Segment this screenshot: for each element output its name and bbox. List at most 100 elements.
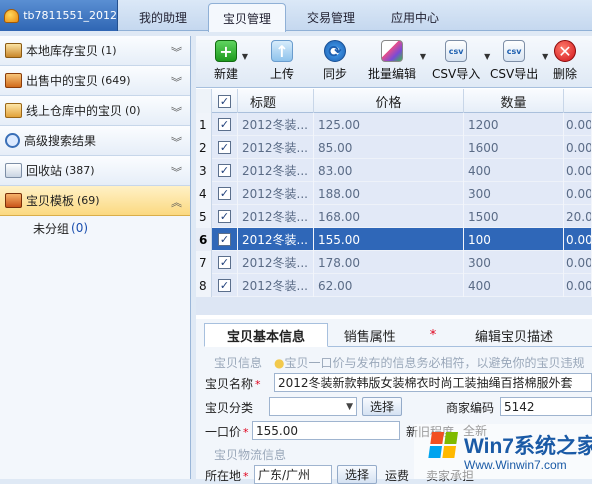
csv-export-icon: csv: [503, 40, 526, 62]
row-checkbox[interactable]: ✓: [212, 228, 238, 251]
tab-app-center[interactable]: 应用中心: [376, 3, 454, 31]
row-select-checkbox[interactable]: ✓: [218, 118, 231, 131]
top-navigation-bar: tb7811551_2012 我的助理 宝贝管理 交易管理 应用中心: [0, 0, 592, 32]
sidebar-item-recycle-bin[interactable]: 回收站 (387) ︾: [0, 156, 190, 186]
table-row[interactable]: 2 ✓ 2012冬装... 85.00 1600 0.00: [196, 136, 592, 159]
site-watermark: Win7系统之家 Www.Winwin7.com: [414, 424, 592, 479]
plus-icon: +: [215, 40, 237, 62]
dropdown-arrow-icon[interactable]: ▼: [542, 52, 548, 61]
section-logistics: 宝贝物流信息: [214, 448, 287, 462]
inventory-icon: [5, 43, 22, 58]
select-all-checkbox[interactable]: ✓: [218, 94, 231, 108]
price-cell: 62.00: [314, 274, 464, 297]
item-name-field[interactable]: 2012冬装新款韩版女装棉衣时尚工装抽绳百搭棉服外套: [274, 373, 592, 392]
chevron-down-icon[interactable]: ︾: [171, 134, 182, 150]
upload-button[interactable]: ↑ 上传: [270, 40, 294, 82]
price-field[interactable]: 155.00: [252, 421, 400, 440]
sidebar-item-templates[interactable]: 宝贝模板 (69) ︽: [0, 186, 190, 216]
extra-cell: 0.00: [564, 136, 592, 159]
title-cell: 2012冬装...: [238, 159, 314, 182]
merchant-code-field[interactable]: 5142: [500, 397, 592, 416]
price-cell: 168.00: [314, 205, 464, 228]
row-checkbox[interactable]: ✓: [212, 274, 238, 297]
batch-edit-icon: [381, 40, 403, 62]
table-row[interactable]: 6 ✓ 2012冬装... 155.00 100 0.00: [196, 228, 592, 251]
row-checkbox[interactable]: ✓: [212, 182, 238, 205]
row-checkbox[interactable]: ✓: [212, 136, 238, 159]
row-select-checkbox[interactable]: ✓: [218, 187, 231, 200]
chevron-down-icon[interactable]: ︾: [171, 164, 182, 180]
row-number: 4: [196, 182, 212, 205]
delete-button[interactable]: ✕ 删除: [553, 40, 577, 82]
category-label: 宝贝分类: [205, 401, 254, 415]
sidebar-item-advanced-search[interactable]: 高级搜索结果 ︾: [0, 126, 190, 156]
title-column-header[interactable]: 标题: [238, 89, 314, 113]
category-select[interactable]: ▼: [269, 397, 357, 416]
qty-column-header[interactable]: 数量: [464, 89, 564, 113]
price-column-header[interactable]: 价格: [314, 89, 464, 113]
table-row[interactable]: 4 ✓ 2012冬装... 188.00 300 0.00: [196, 182, 592, 205]
chevron-up-icon[interactable]: ︽: [171, 194, 182, 210]
table-row[interactable]: 5 ✓ 2012冬装...168.00150020.00: [196, 205, 592, 228]
table-row[interactable]: 7 ✓ 2012冬装... 178.00 300 0.00: [196, 251, 592, 274]
sync-button[interactable]: ⟳ 同步: [323, 40, 347, 82]
sidebar-item-online-warehouse[interactable]: 线上仓库中的宝贝 (0) ︾: [0, 96, 190, 126]
sidebar: 本地库存宝贝 (1) ︾ 出售中的宝贝 (649) ︾ 线上仓库中的宝贝 (0) ︾ …: [0, 36, 191, 479]
csv-import-button[interactable]: csv CSV导入 ▼: [432, 40, 490, 82]
row-checkbox[interactable]: ✓: [212, 205, 238, 228]
tab-basic-info[interactable]: 宝贝基本信息: [204, 323, 328, 347]
price-label: 一口价 *: [205, 425, 249, 439]
price-cell: 83.00: [314, 159, 464, 182]
row-select-checkbox[interactable]: ✓: [218, 256, 231, 269]
item-name-label: 宝贝名称 *: [205, 377, 261, 391]
select-category-button[interactable]: 选择: [362, 397, 402, 416]
sidebar-subitem-ungrouped[interactable]: 未分组 (0): [0, 216, 190, 240]
extra-cell: 0.00: [564, 251, 592, 274]
tab-edit-description[interactable]: 编辑宝贝描述: [452, 323, 576, 347]
title-cell: 2012冬装...: [238, 274, 314, 297]
dropdown-arrow-icon[interactable]: ▼: [420, 52, 426, 61]
extra-cell: 0.00: [564, 159, 592, 182]
tab-trade-management[interactable]: 交易管理: [292, 3, 370, 31]
tab-my-assistant[interactable]: 我的助理: [124, 3, 202, 31]
main-panel: + 新建 ▼ ↑ 上传 ⟳ 同步 批量编辑 ▼ csv CSV导入 ▼ csv …: [196, 36, 592, 484]
watermark-brand: Win7系统之家: [464, 435, 592, 458]
row-checkbox[interactable]: ✓: [212, 251, 238, 274]
location-field[interactable]: 广东/广州: [254, 465, 332, 484]
table-row[interactable]: 1 ✓ 2012冬装... 125.00 1200 0.00: [196, 113, 592, 136]
sidebar-item-on-sale[interactable]: 出售中的宝贝 (649) ︾: [0, 66, 190, 96]
trash-icon: [5, 163, 22, 178]
row-select-checkbox[interactable]: ✓: [218, 279, 231, 292]
tab-item-management[interactable]: 宝贝管理: [208, 3, 286, 32]
row-checkbox[interactable]: ✓: [212, 159, 238, 182]
account-name: tb7811551_2012: [23, 9, 117, 22]
extra-cell: 0.00: [564, 113, 592, 136]
table-row[interactable]: 3 ✓ 2012冬装... 83.00 400 0.00: [196, 159, 592, 182]
row-select-checkbox[interactable]: ✓: [218, 210, 231, 223]
row-checkbox[interactable]: ✓: [212, 113, 238, 136]
row-select-checkbox[interactable]: ✓: [218, 233, 231, 246]
new-button[interactable]: + 新建 ▼: [214, 40, 248, 82]
qty-cell: 400: [464, 159, 564, 182]
select-all-header[interactable]: ✓: [212, 89, 238, 113]
required-mark: *: [255, 378, 261, 391]
row-number: 1: [196, 113, 212, 136]
row-select-checkbox[interactable]: ✓: [218, 141, 231, 154]
upload-arrow-icon: ↑: [271, 40, 293, 62]
price-hint: ●宝贝一口价与发布的信息务必相符，以避免你的宝贝违规: [274, 356, 585, 370]
batch-edit-button[interactable]: 批量编辑 ▼: [368, 40, 426, 82]
chevron-down-icon[interactable]: ︾: [171, 44, 182, 60]
chevron-down-icon[interactable]: ︾: [171, 74, 182, 90]
price-cell: 178.00: [314, 251, 464, 274]
extra-cell: 0.00: [564, 182, 592, 205]
account-switcher[interactable]: tb7811551_2012: [0, 0, 118, 31]
dropdown-arrow-icon[interactable]: ▼: [242, 52, 248, 61]
select-location-button[interactable]: 选择: [337, 465, 377, 484]
chevron-down-icon: ▼: [346, 401, 353, 412]
csv-export-button[interactable]: csv CSV导出 ▼: [490, 40, 548, 82]
tab-sales-attributes[interactable]: 销售属性 *: [328, 323, 452, 347]
sidebar-item-local-stock[interactable]: 本地库存宝贝 (1) ︾: [0, 36, 190, 66]
row-select-checkbox[interactable]: ✓: [218, 164, 231, 177]
table-row[interactable]: 8 ✓ 2012冬装... 62.00 400 0.00: [196, 274, 592, 297]
chevron-down-icon[interactable]: ︾: [171, 104, 182, 120]
